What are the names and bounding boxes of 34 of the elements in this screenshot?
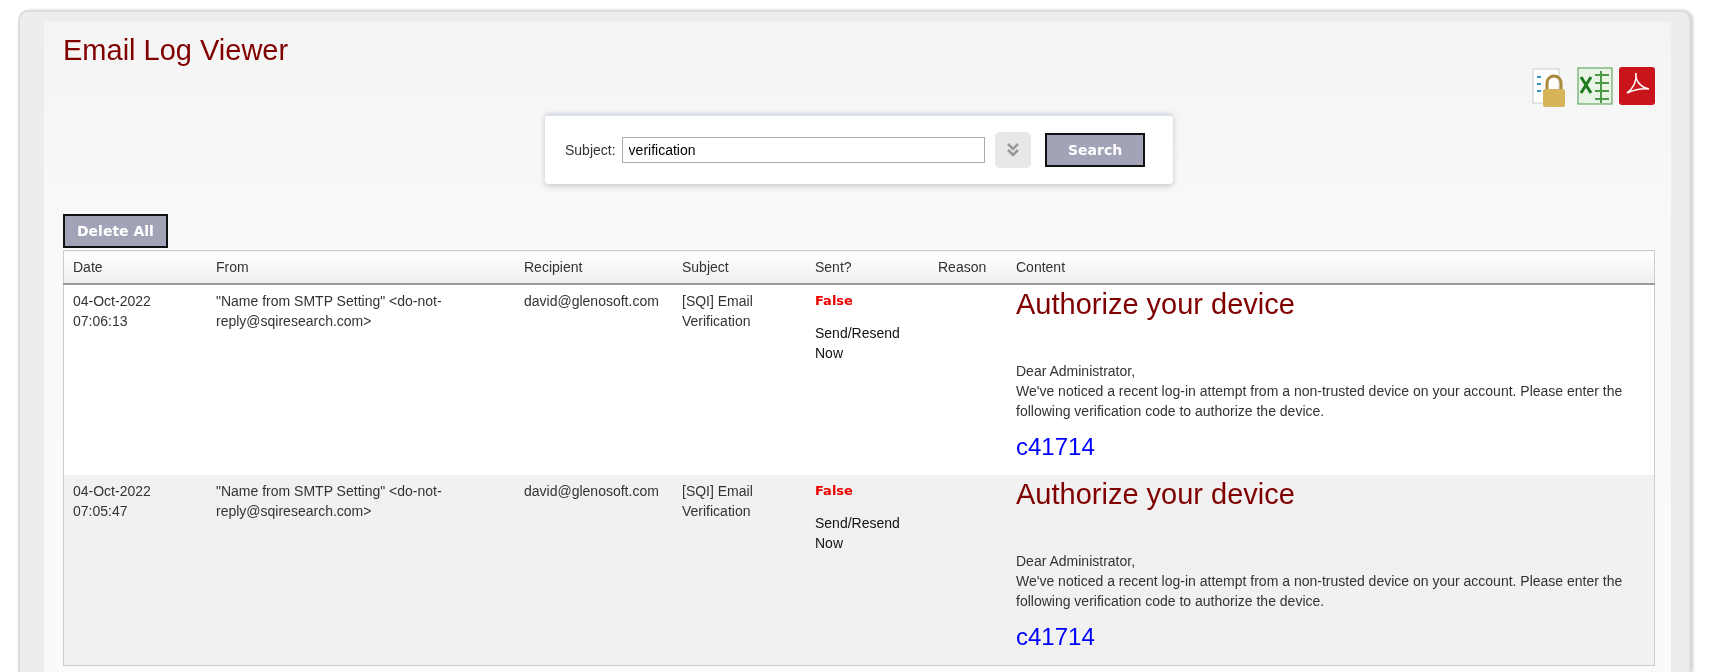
sent-status: False [815,292,854,310]
column-header: Content [1007,250,1655,284]
verification-code: c41714 [1016,623,1096,651]
email-body: We've noticed a recent log-in attempt from a non-trusted device on your account. Please enter the following verification code to authorize the device. [1016,572,1624,611]
recipient-cell: david@glenosoft.com [515,284,673,475]
subject-label: Subject: [565,142,616,158]
date-cell: 04-Oct-2022 07:05:47 [63,475,207,666]
subject-cell: [SQI] Email Verification [673,475,806,666]
expand-toggle[interactable] [995,132,1032,168]
sent-status: False [815,482,854,500]
subject-input[interactable]: verification [621,137,986,163]
double-chevron-icon [1006,142,1021,158]
date-cell: 04-Oct-2022 07:06:13 [63,284,207,475]
column-header: Reason [929,250,1007,284]
subject-cell: [SQI] Email Verification [673,284,806,475]
email-heading: Authorize your device [1016,477,1296,511]
from-cell: "Name from SMTP Setting" <do-not-reply@sqiresearch.com> [207,284,515,475]
page-title: Email Log Viewer [63,34,290,67]
email-greeting: Dear Administrator, [1016,552,1137,571]
spreadsheet-icon[interactable] [1577,67,1613,105]
column-header: Sent? [806,250,929,284]
resend-link[interactable]: Send/Resend Now [815,513,920,553]
pdf-icon[interactable] [1619,67,1655,105]
email-body: We've noticed a recent log-in attempt from a non-trusted device on your account. Please enter the following verification code to authorize the device. [1016,382,1624,421]
from-cell: "Name from SMTP Setting" <do-not-reply@sqiresearch.com> [207,475,515,666]
column-header: Subject [673,250,806,284]
recipient-cell: david@glenosoft.com [515,475,673,666]
verification-code: c41714 [1016,433,1096,461]
column-header: Recipient [515,250,673,284]
column-header: Date [63,250,207,284]
email-heading: Authorize your device [1016,287,1296,321]
column-header: From [207,250,515,284]
email-greeting: Dear Administrator, [1016,362,1137,381]
resend-link[interactable]: Send/Resend Now [815,323,920,363]
